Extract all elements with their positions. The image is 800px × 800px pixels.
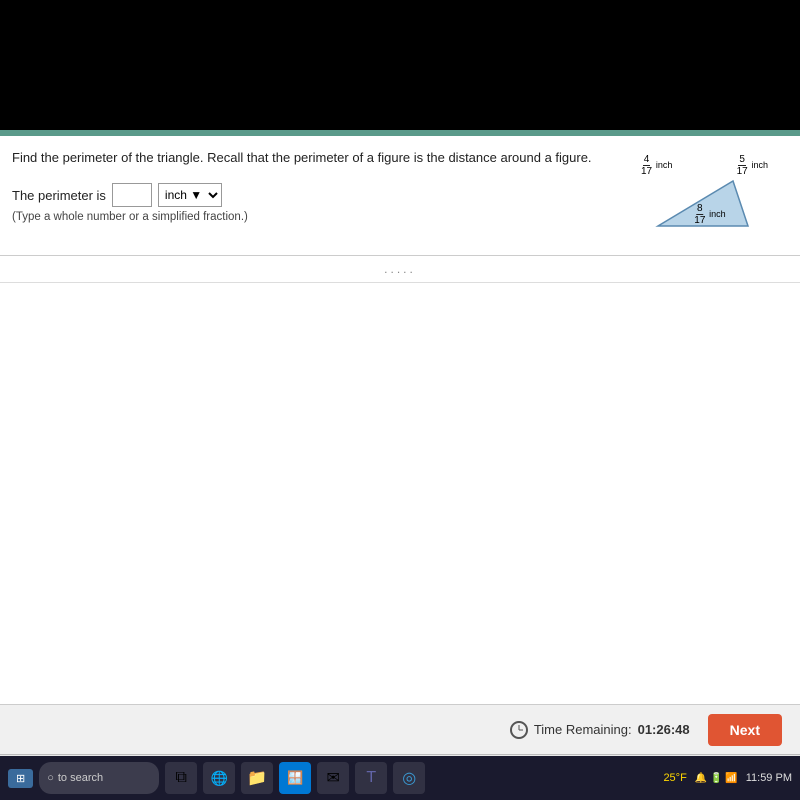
timer-label: Time Remaining: [534, 722, 632, 737]
fraction-8-17: 8 17 [693, 203, 706, 226]
main-content-area [0, 283, 800, 704]
triangle-column: 4 17 inch 5 17 inch [618, 150, 788, 224]
black-background [0, 0, 800, 130]
main-screen: Find the perimeter of the triangle. Reca… [0, 130, 800, 800]
search-bar[interactable]: ○ to search [39, 762, 159, 794]
search-icon: ○ [47, 772, 54, 784]
fraction-5-17: 5 17 [736, 154, 749, 177]
clock-icon [510, 721, 528, 739]
bottom-unit: inch [709, 209, 726, 219]
perimeter-label: The perimeter is [12, 188, 106, 203]
windows-icon: ⊞ [16, 772, 25, 785]
edge-button[interactable]: 🌐 [203, 762, 235, 794]
taskbar-right-section: 25°F 🔔 🔋 📶 11:59 PM [663, 772, 792, 784]
question-instruction: Find the perimeter of the triangle. Reca… [12, 150, 618, 165]
side-label-top-right: 5 17 inch [736, 154, 768, 177]
fraction-4-17: 4 17 [640, 154, 653, 177]
question-text-column: Find the perimeter of the triangle. Reca… [12, 150, 618, 223]
clock-hand2 [519, 729, 523, 730]
timer-value: 01:26:48 [638, 722, 690, 737]
triangle-diagram: 4 17 inch 5 17 inch [638, 154, 768, 224]
answer-row: The perimeter is inch ▼ inches ft cm [12, 183, 618, 207]
browser2-button[interactable]: ◎ [393, 762, 425, 794]
side-label-top-left: 4 17 inch [640, 154, 672, 177]
folder-button[interactable]: 📁 [241, 762, 273, 794]
taskbar: ⊞ ○ to search ⧉ 🌐 📁 🪟 ✉ T ◎ 25°F 🔔 🔋 📶 1… [0, 756, 800, 800]
hint-text: (Type a whole number or a simplified fra… [12, 211, 618, 223]
mail-button[interactable]: ✉ [317, 762, 349, 794]
store-button[interactable]: 🪟 [279, 762, 311, 794]
clock-time: 11:59 PM [746, 772, 792, 784]
search-label: to search [58, 772, 103, 784]
divider-row: ..... [0, 256, 800, 283]
unit-select[interactable]: inch ▼ inches ft cm [158, 183, 222, 207]
answer-input[interactable] [112, 183, 152, 207]
next-button[interactable]: Next [708, 714, 782, 746]
top-right-unit: inch [751, 160, 768, 170]
side-label-bottom: 8 17 inch [693, 203, 725, 226]
weather-display: 25°F [663, 772, 686, 784]
start-button[interactable]: ⊞ [8, 769, 33, 788]
system-icons: 🔔 🔋 📶 [695, 773, 738, 784]
top-left-unit: inch [656, 160, 673, 170]
bottom-bar: Time Remaining: 01:26:48 Next [0, 704, 800, 754]
question-area: Find the perimeter of the triangle. Reca… [0, 136, 800, 256]
teams-button[interactable]: T [355, 762, 387, 794]
timer-section: Time Remaining: 01:26:48 [510, 721, 690, 739]
task-view-button[interactable]: ⧉ [165, 762, 197, 794]
dots-divider: ..... [384, 262, 416, 276]
